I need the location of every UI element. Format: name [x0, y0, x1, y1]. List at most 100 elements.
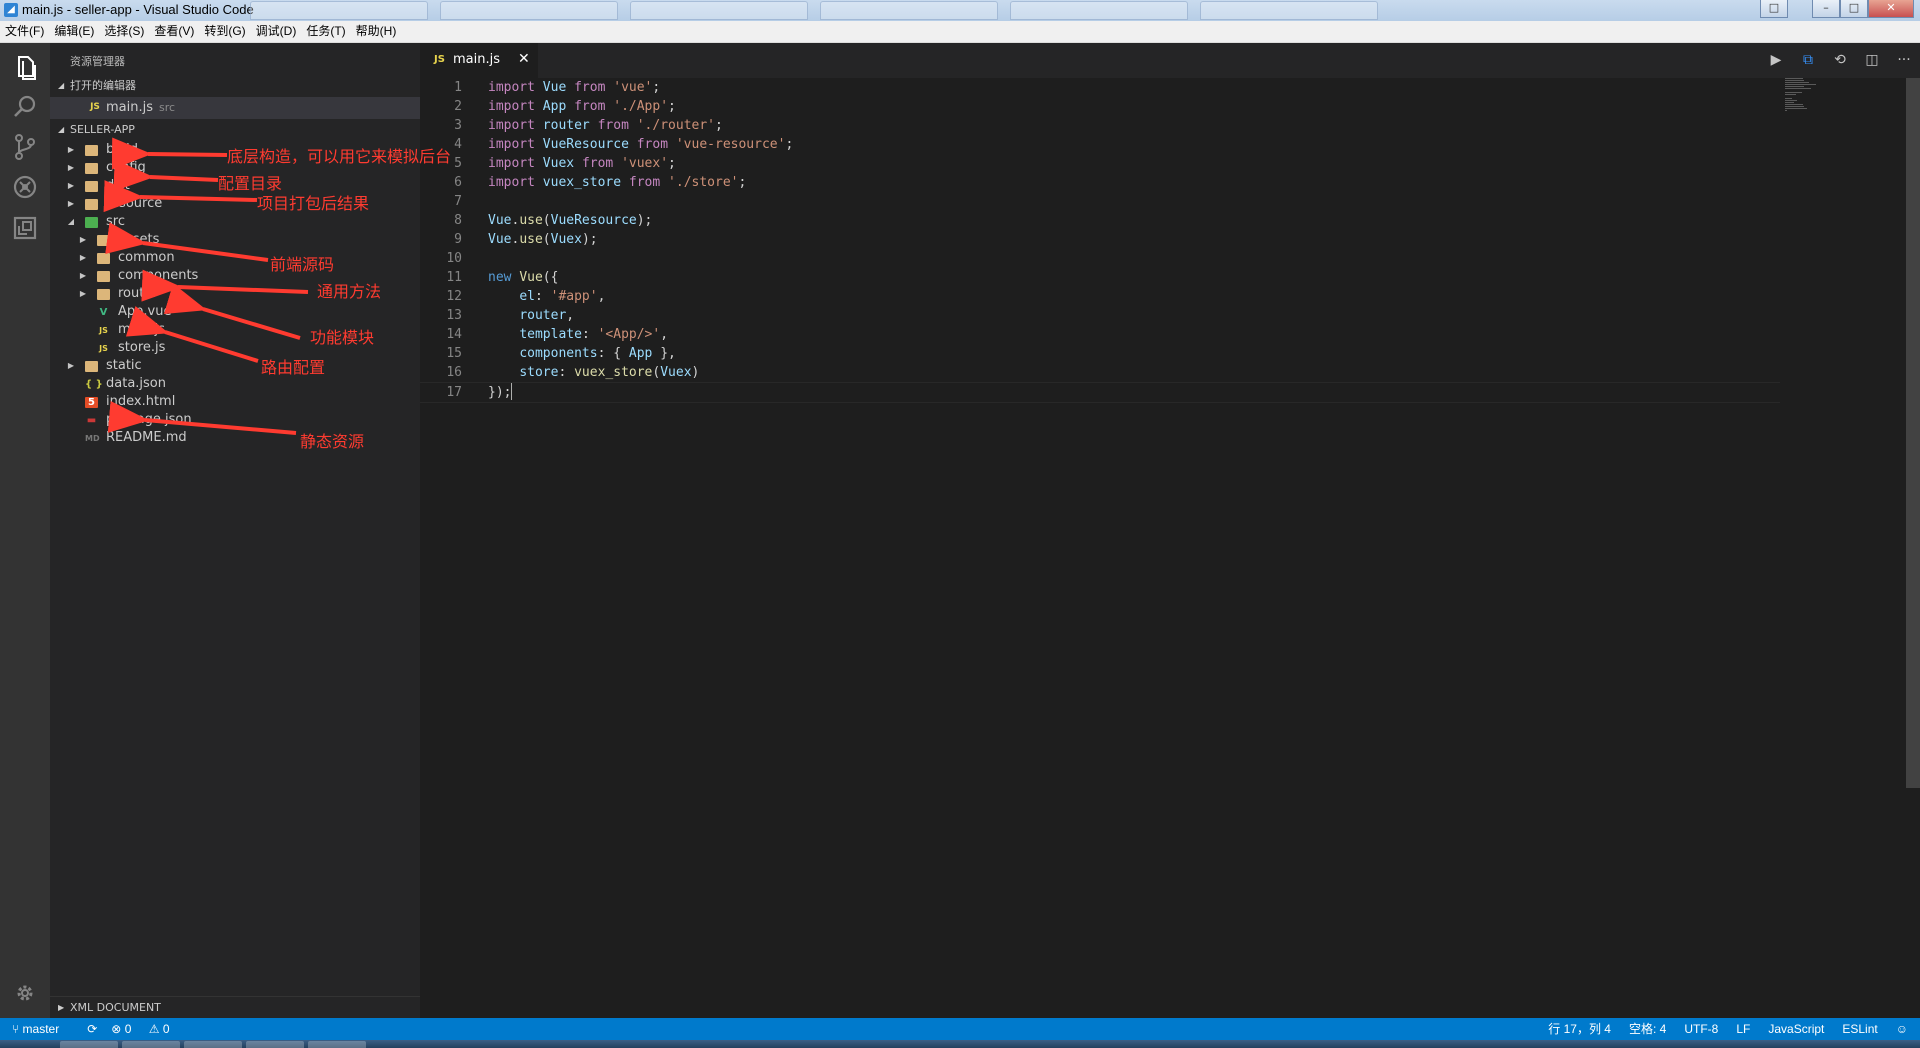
open-editors-header[interactable]: ◢ 打开的编辑器 [50, 75, 420, 97]
background-tab[interactable] [630, 1, 808, 20]
source-control-icon[interactable] [10, 132, 40, 162]
taskbar-item[interactable] [308, 1041, 366, 1048]
explorer-icon[interactable] [10, 52, 40, 82]
code-line[interactable]: 17}); [420, 382, 1780, 403]
minimap-line [1785, 86, 1805, 87]
encoding[interactable]: UTF-8 [1684, 1018, 1718, 1040]
taskbar-item[interactable] [184, 1041, 242, 1048]
code-token: , [566, 308, 575, 323]
code-line[interactable]: 1 import Vue from 'vue'; [420, 78, 1780, 97]
menu-help[interactable]: 帮助(H) [351, 21, 402, 42]
expand-icon[interactable]: ▶ [78, 285, 88, 303]
editor-scrollbar[interactable] [1906, 78, 1920, 788]
expand-icon[interactable]: ▶ [78, 231, 88, 249]
code-line[interactable]: 2 import App from './App'; [420, 97, 1780, 116]
git-branch[interactable]: ⑂ master [12, 1018, 73, 1040]
code-line[interactable]: 16 store: vuex_store(Vuex) [420, 363, 1780, 382]
problems-indicator[interactable]: ⊗ 0 ⚠ 0 [111, 1018, 183, 1040]
background-tab[interactable] [1010, 1, 1188, 20]
code-line[interactable]: 7 [420, 192, 1780, 211]
tree-item[interactable]: ▬ package.json [50, 411, 420, 429]
code-line[interactable]: 9 Vue.use(Vuex); [420, 230, 1780, 249]
taskbar-item[interactable] [60, 1041, 118, 1048]
code-line[interactable]: 15 components: { App }, [420, 344, 1780, 363]
more-actions-icon[interactable]: ··· [1894, 51, 1914, 69]
restore-button[interactable]: □ [1760, 0, 1788, 18]
tree-item[interactable]: V App.vue [50, 303, 420, 321]
tree-item[interactable]: 5 index.html [50, 393, 420, 411]
linter-status[interactable]: ESLint [1842, 1018, 1877, 1040]
feedback-icon[interactable]: ☺ [1896, 1018, 1908, 1040]
language-mode[interactable]: JavaScript [1768, 1018, 1824, 1040]
open-changes-icon[interactable]: ⧉ [1798, 51, 1818, 69]
code-token: ( [542, 232, 551, 247]
menu-debug[interactable]: 调试(D) [251, 21, 302, 42]
close-icon[interactable]: ✕ [518, 51, 530, 67]
expand-icon[interactable]: ▶ [66, 177, 76, 195]
tree-item[interactable]: ▶ common [50, 249, 420, 267]
menu-tasks[interactable]: 任务(T) [301, 21, 350, 42]
taskbar-item[interactable] [246, 1041, 304, 1048]
search-icon[interactable] [10, 92, 40, 122]
menu-view[interactable]: 查看(V) [149, 21, 199, 42]
sync-icon[interactable]: ⟳ [87, 1018, 97, 1040]
background-tab[interactable] [1200, 1, 1378, 20]
background-tab[interactable] [250, 1, 428, 20]
cursor-position[interactable]: 行 17，列 4 [1548, 1018, 1611, 1040]
minimize-button[interactable]: – [1812, 0, 1840, 18]
split-editor-icon[interactable]: ◫ [1862, 51, 1882, 69]
tab-main-js[interactable]: JS main.js ✕ [420, 43, 538, 79]
code-line[interactable]: 14 template: '<App/>', [420, 325, 1780, 344]
project-header[interactable]: ◢ SELLER-APP [50, 119, 420, 141]
line-number: 7 [454, 194, 462, 209]
expand-icon[interactable]: ▶ [78, 267, 88, 285]
code-line[interactable]: 11 new Vue({ [420, 268, 1780, 287]
line-number: 8 [454, 213, 462, 228]
code-line[interactable]: 3 import router from './router'; [420, 116, 1780, 135]
menu-file[interactable]: 文件(F) [0, 21, 49, 42]
collapse-icon[interactable]: ◢ [66, 213, 76, 231]
xml-document-header[interactable]: ▶ XML DOCUMENT [50, 996, 420, 1018]
menu-go[interactable]: 转到(G) [199, 21, 250, 42]
expand-icon[interactable]: ▶ [66, 159, 76, 177]
code-editor[interactable]: 1 import Vue from 'vue'; 2 import App from … [420, 78, 1920, 1018]
close-window-button[interactable]: ✕ [1868, 0, 1914, 18]
tree-item-label: App.vue [118, 304, 172, 319]
code-line[interactable]: 13 router, [420, 306, 1780, 325]
menu-edit[interactable]: 编辑(E) [49, 21, 99, 42]
tree-item[interactable]: ◢ src [50, 213, 420, 231]
code-line[interactable]: 6 import vuex_store from './store'; [420, 173, 1780, 192]
code-line[interactable]: 10 [420, 249, 1780, 268]
debug-icon[interactable] [10, 172, 40, 202]
compare-icon[interactable]: ⟲ [1830, 51, 1850, 69]
code-line[interactable]: 4 import VueResource from 'vue-resource'; [420, 135, 1780, 154]
minimap[interactable] [1785, 78, 1825, 118]
expand-icon[interactable]: ▶ [78, 249, 88, 267]
code-token: }, [652, 346, 676, 361]
maximize-button[interactable]: □ [1840, 0, 1868, 18]
code-line[interactable]: 12 el: '#app', [420, 287, 1780, 306]
gear-icon[interactable] [10, 978, 40, 1008]
background-tab[interactable] [440, 1, 618, 20]
code-line[interactable]: 5 import Vuex from 'vuex'; [420, 154, 1780, 173]
tree-item[interactable]: ▶ static [50, 357, 420, 375]
indentation[interactable]: 空格: 4 [1629, 1018, 1666, 1040]
minimap-line [1785, 110, 1788, 111]
taskbar-item[interactable] [122, 1041, 180, 1048]
end-of-line[interactable]: LF [1736, 1018, 1750, 1040]
code-text: import Vuex from 'vuex'; [488, 154, 676, 173]
expand-icon[interactable]: ▶ [66, 195, 76, 213]
background-tab[interactable] [820, 1, 998, 20]
tree-item[interactable]: MD README.md [50, 429, 420, 447]
open-editor-item[interactable]: JS main.js src [50, 97, 420, 119]
tree-item[interactable]: { } data.json [50, 375, 420, 393]
code-line[interactable]: 8 Vue.use(VueResource); [420, 211, 1780, 230]
tree-item[interactable]: ▶ assets [50, 231, 420, 249]
run-icon[interactable]: ▶ [1766, 51, 1786, 69]
expand-icon[interactable]: ▶ [66, 141, 76, 159]
menu-selection[interactable]: 选择(S) [99, 21, 149, 42]
extensions-icon[interactable] [10, 213, 40, 243]
code-token: Vue [488, 213, 512, 228]
expand-icon[interactable]: ▶ [66, 357, 76, 375]
